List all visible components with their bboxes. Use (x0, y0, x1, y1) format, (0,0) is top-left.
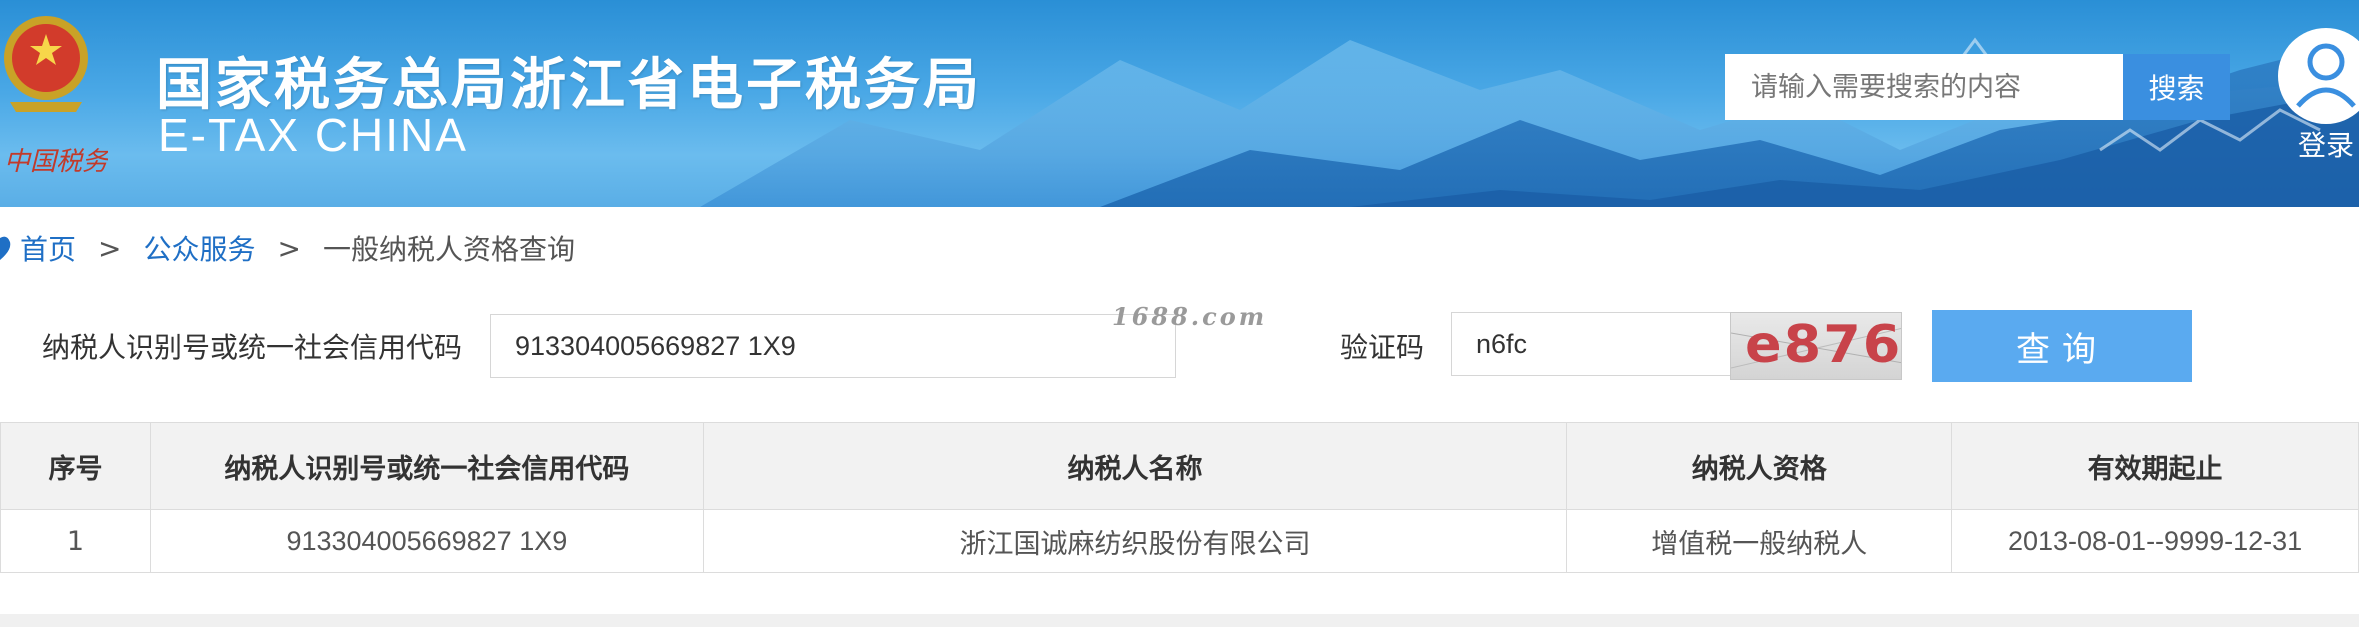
query-button[interactable]: 查询 (1932, 310, 2192, 382)
breadcrumb-current: 一般纳税人资格查询 (322, 233, 575, 266)
tax-emblem-logo: 中国税务 (4, 16, 108, 177)
taxpayer-id-label: 纳税人识别号或统一社会信用代码 (42, 331, 463, 364)
table-row: 1 913304005669827 1X9 浙江国诚麻纺织股份有限公司 增值税一… (0, 509, 2359, 573)
table-cell: 增值税一般纳税人 (1566, 509, 1953, 573)
breadcrumb-public-service-link[interactable]: 公众服务 (143, 228, 255, 268)
table-cell: 1 (0, 509, 151, 573)
location-pin-icon (0, 236, 11, 260)
column-header: 纳税人资格 (1566, 422, 1953, 510)
watermark-text: 1688.com (1112, 302, 1268, 331)
search-button[interactable]: 搜索 (2123, 54, 2230, 120)
table-cell: 913304005669827 1X9 (149, 509, 704, 573)
captcha-input[interactable] (1451, 312, 1733, 376)
table-cell: 2013-08-01--9999-12-31 (1951, 509, 2359, 573)
column-header: 有效期起止 (1951, 422, 2359, 510)
table-cell: 浙江国诚麻纺织股份有限公司 (702, 509, 1568, 573)
breadcrumb: 首页 > 公众服务 > 一般纳税人资格查询 (0, 228, 575, 268)
login-label: 登录 (2298, 129, 2355, 162)
captcha-image[interactable]: e876 (1730, 312, 1902, 380)
site-subtitle: E-TAX CHINA (158, 109, 468, 161)
taxpayer-id-input[interactable] (490, 314, 1176, 378)
breadcrumb-separator: > (98, 231, 122, 265)
user-icon (2278, 28, 2359, 124)
header-banner: 中国税务 国家税务总局浙江省电子税务局 E-TAX CHINA 搜索 登录 (0, 0, 2359, 207)
column-header: 纳税人名称 (702, 422, 1568, 510)
captcha-label: 验证码 (1340, 331, 1425, 364)
pagination-bar (0, 614, 2359, 627)
result-table: 序号 纳税人识别号或统一社会信用代码 纳税人名称 纳税人资格 有效期起止 1 9… (0, 422, 2359, 573)
table-header-row: 序号 纳税人识别号或统一社会信用代码 纳税人名称 纳税人资格 有效期起止 (0, 422, 2359, 510)
column-header: 序号 (0, 422, 151, 510)
column-header: 纳税人识别号或统一社会信用代码 (149, 422, 704, 510)
svg-text:中国税务: 中国税务 (4, 147, 108, 177)
search-input[interactable] (1725, 54, 2123, 120)
breadcrumb-home-link[interactable]: 首页 (20, 228, 76, 268)
breadcrumb-separator: > (277, 231, 301, 265)
captcha-code-text: e876 (1745, 314, 1902, 375)
login-button[interactable]: 登录 (2276, 28, 2359, 168)
